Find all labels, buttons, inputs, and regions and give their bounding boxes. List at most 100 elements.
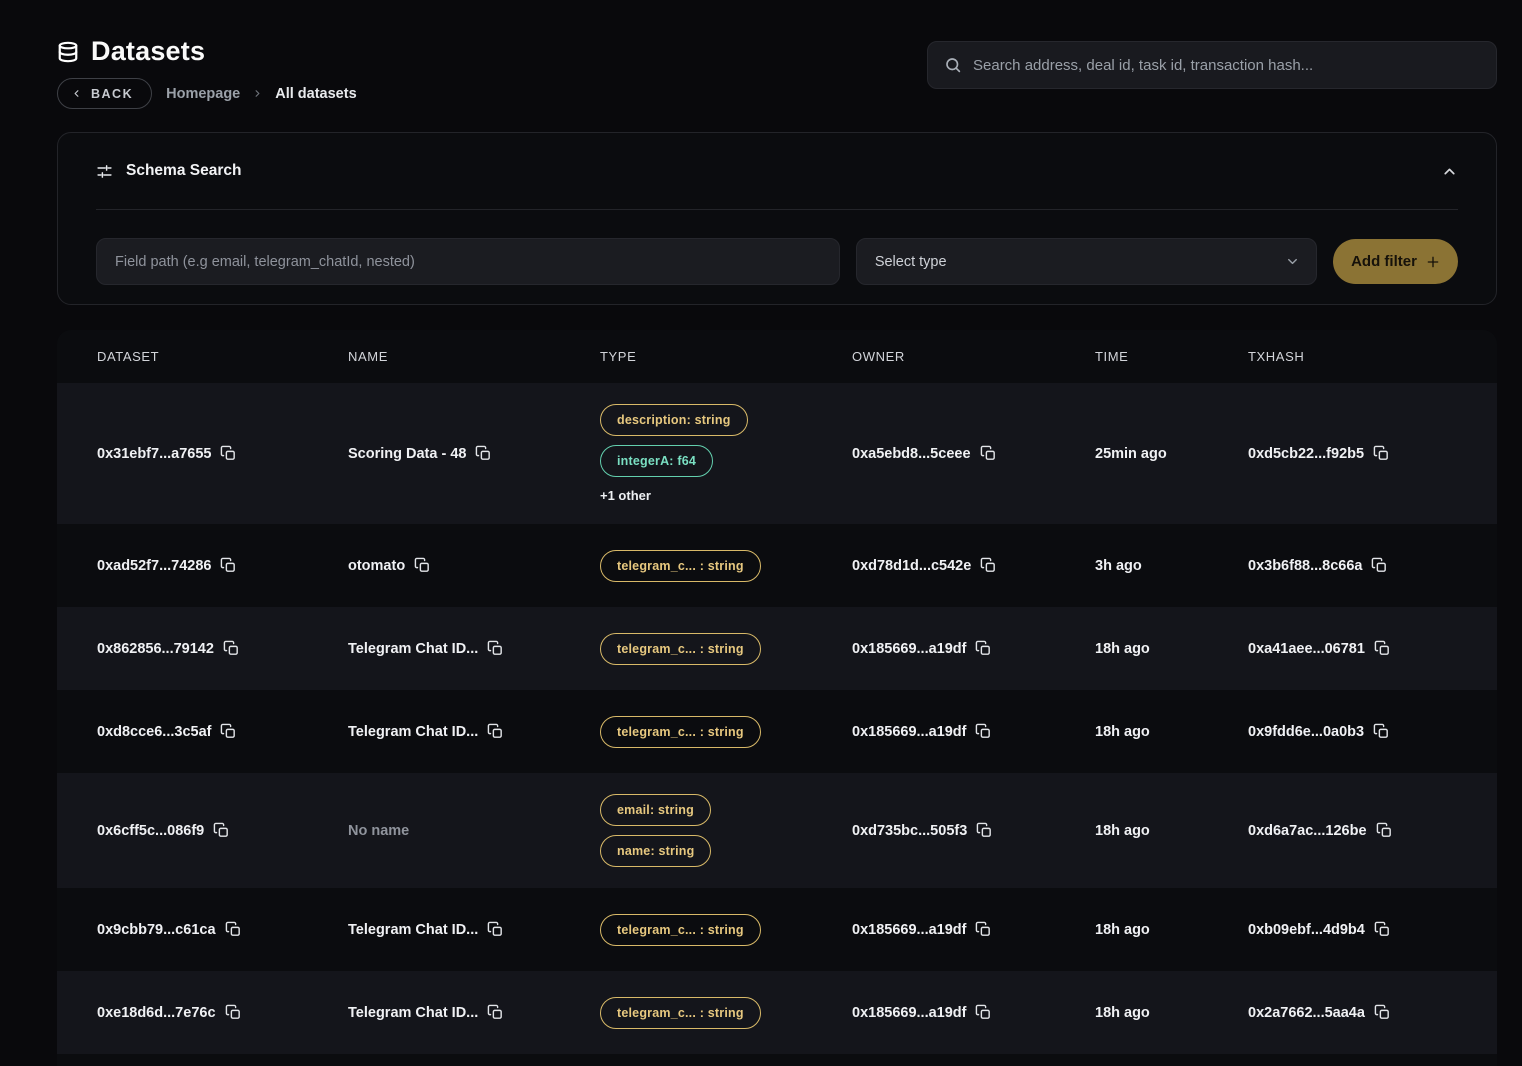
add-filter-label: Add filter: [1351, 253, 1417, 270]
type-cell: telegram_c... : string: [600, 695, 852, 769]
copy-icon[interactable]: [220, 723, 237, 740]
type-badges: email: stringname: string: [600, 773, 711, 888]
copy-icon[interactable]: [220, 445, 237, 462]
copy-icon[interactable]: [980, 445, 997, 462]
copy-icon[interactable]: [976, 822, 993, 839]
search-input[interactable]: [973, 57, 1480, 74]
type-badge: integerA: f64: [600, 445, 713, 477]
type-badge: name: string: [600, 835, 711, 867]
owner-cell: 0xd78d1d...c542e: [852, 557, 1095, 574]
dataset-name: No name: [348, 823, 409, 839]
owner-cell: 0xa5ebd8...5ceee: [852, 445, 1095, 462]
copy-icon[interactable]: [1373, 445, 1390, 462]
type-badges: telegram_c... : string: [600, 976, 761, 1050]
copy-icon[interactable]: [1376, 822, 1393, 839]
copy-icon[interactable]: [975, 640, 992, 657]
table-header-row: DATASETNAMETYPEOWNERTIMETXHASH: [57, 330, 1497, 383]
type-cell: email: stringname: string: [600, 773, 852, 888]
type-badge: telegram_c... : string: [600, 716, 761, 748]
table-row[interactable]: 0x9cbb79...c61ca Telegram Chat ID... tel…: [57, 888, 1497, 971]
copy-icon[interactable]: [487, 1004, 504, 1021]
table-row[interactable]: 0x862856...79142 Telegram Chat ID... tel…: [57, 607, 1497, 690]
txhash-id: 0x2a7662...5aa4a: [1248, 1005, 1365, 1021]
collapse-panel-button[interactable]: [1441, 163, 1458, 180]
txhash-id: 0x9fdd6e...0a0b3: [1248, 724, 1364, 740]
schema-search-panel: Schema Search Select type Add filter: [57, 132, 1497, 305]
txhash-id: 0xa41aee...06781: [1248, 641, 1365, 657]
name-cell: Telegram Chat ID...: [348, 723, 600, 740]
add-filter-button[interactable]: Add filter: [1333, 239, 1458, 284]
type-badge: telegram_c... : string: [600, 550, 761, 582]
table-row[interactable]: 0x6cff5c...086f9 No name email: stringna…: [57, 773, 1497, 888]
table-row[interactable]: 0xe18d6d...7e76c Telegram Chat ID... tel…: [57, 971, 1497, 1054]
copy-icon[interactable]: [975, 921, 992, 938]
table-row[interactable]: 0x31ebf7...a7655 Scoring Data - 48 descr…: [57, 383, 1497, 524]
copy-icon[interactable]: [487, 640, 504, 657]
name-cell: Telegram Chat ID...: [348, 1004, 600, 1021]
txhash-cell: 0xa41aee...06781: [1248, 640, 1497, 657]
txhash-id: 0xd5cb22...f92b5: [1248, 446, 1364, 462]
dataset-name: otomato: [348, 558, 405, 574]
copy-icon[interactable]: [213, 822, 230, 839]
name-cell: otomato: [348, 557, 600, 574]
type-select[interactable]: Select type: [856, 238, 1317, 285]
type-badge: telegram_c... : string: [600, 914, 761, 946]
column-header-time: TIME: [1095, 349, 1248, 364]
column-header-owner: OWNER: [852, 349, 1095, 364]
type-badge: telegram_c... : string: [600, 997, 761, 1029]
copy-icon[interactable]: [1371, 557, 1388, 574]
column-header-dataset: DATASET: [97, 349, 348, 364]
copy-icon[interactable]: [220, 557, 237, 574]
plus-icon: [1426, 255, 1440, 269]
table-row[interactable]: 0xd8cce6...3c5af Telegram Chat ID... tel…: [57, 690, 1497, 773]
chevron-up-icon: [1441, 163, 1458, 180]
copy-icon[interactable]: [225, 1004, 242, 1021]
row-time: 25min ago: [1095, 446, 1167, 462]
copy-icon[interactable]: [223, 640, 240, 657]
type-badge: telegram_c... : string: [600, 633, 761, 665]
owner-id: 0xd78d1d...c542e: [852, 558, 971, 574]
field-path-input[interactable]: [96, 238, 840, 285]
row-time: 18h ago: [1095, 1005, 1150, 1021]
owner-cell: 0x185669...a19df: [852, 640, 1095, 657]
chevron-down-icon: [1285, 254, 1300, 269]
txhash-cell: 0x9fdd6e...0a0b3: [1248, 723, 1497, 740]
dataset-cell: 0x6cff5c...086f9: [97, 822, 348, 839]
schema-search-header: Schema Search: [58, 133, 1496, 209]
type-cell: telegram_c... : string: [600, 893, 852, 967]
copy-icon[interactable]: [1374, 921, 1391, 938]
time-cell: 18h ago: [1095, 724, 1248, 740]
breadcrumb-current: All datasets: [275, 86, 356, 102]
copy-icon[interactable]: [1373, 723, 1390, 740]
copy-icon[interactable]: [487, 723, 504, 740]
type-badges: telegram_c... : string: [600, 612, 761, 686]
chevron-left-icon: [71, 88, 82, 99]
database-icon: [57, 40, 79, 64]
copy-icon[interactable]: [414, 557, 431, 574]
owner-cell: 0x185669...a19df: [852, 723, 1095, 740]
copy-icon[interactable]: [975, 1004, 992, 1021]
copy-icon[interactable]: [980, 557, 997, 574]
time-cell: 3h ago: [1095, 558, 1248, 574]
back-button[interactable]: BACK: [57, 78, 152, 109]
breadcrumb-homepage[interactable]: Homepage: [166, 86, 240, 102]
txhash-cell: 0x3b6f88...8c66a: [1248, 557, 1497, 574]
copy-icon[interactable]: [975, 723, 992, 740]
type-badges: telegram_c... : string: [600, 893, 761, 967]
copy-icon[interactable]: [487, 921, 504, 938]
dataset-id: 0xad52f7...74286: [97, 558, 211, 574]
column-header-txhash: TXHASH: [1248, 349, 1497, 364]
column-header-type: TYPE: [600, 349, 852, 364]
copy-icon[interactable]: [225, 921, 242, 938]
owner-cell: 0xd735bc...505f3: [852, 822, 1095, 839]
dataset-cell: 0x31ebf7...a7655: [97, 445, 348, 462]
copy-icon[interactable]: [1374, 640, 1391, 657]
copy-icon[interactable]: [1374, 1004, 1391, 1021]
filters-sliders-icon: [96, 163, 113, 180]
txhash-cell: 0xb09ebf...4d9b4: [1248, 921, 1497, 938]
table-row[interactable]: 0xad52f7...74286 otomato telegram_c... :…: [57, 524, 1497, 607]
copy-icon[interactable]: [475, 445, 492, 462]
txhash-cell: 0x2a7662...5aa4a: [1248, 1004, 1497, 1021]
dataset-id: 0x6cff5c...086f9: [97, 823, 204, 839]
global-search[interactable]: [927, 41, 1497, 89]
